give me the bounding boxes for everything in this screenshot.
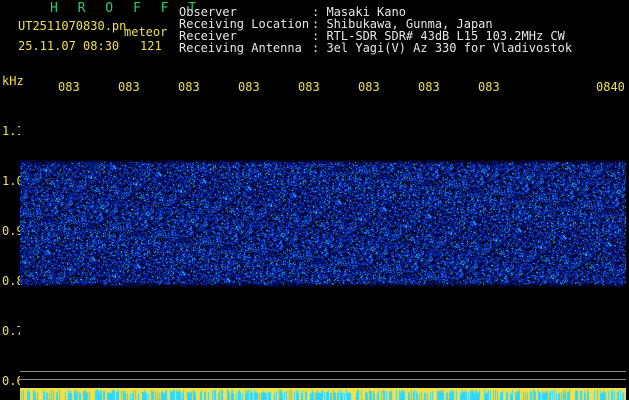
time-tick: 0840 (596, 80, 625, 94)
antenna-label: Receiving Antenna (179, 41, 302, 55)
antenna-value: : 3el Yagi(V) Az 330 for Vladivostok (312, 41, 573, 55)
count: 121 (140, 39, 162, 53)
time-tick: 083 (58, 80, 80, 94)
time-tick: 083 (118, 80, 140, 94)
reference-line (20, 379, 626, 380)
time-tick: 083 (478, 80, 500, 94)
time-tick: 083 (418, 80, 440, 94)
y-axis-unit: kHz (2, 74, 24, 88)
time-tick: 083 (298, 80, 320, 94)
reference-line (20, 371, 626, 372)
spectrogram-canvas (20, 96, 626, 388)
time-tick: 083 (238, 80, 260, 94)
signal-level-strip (20, 388, 626, 400)
filename: UT2511070830.pn (18, 19, 127, 33)
datetime: 25.11.07 08:30 (18, 39, 120, 53)
time-tick: 083 (358, 80, 380, 94)
mode-label: meteor (124, 25, 168, 39)
time-tick: 083 (178, 80, 200, 94)
